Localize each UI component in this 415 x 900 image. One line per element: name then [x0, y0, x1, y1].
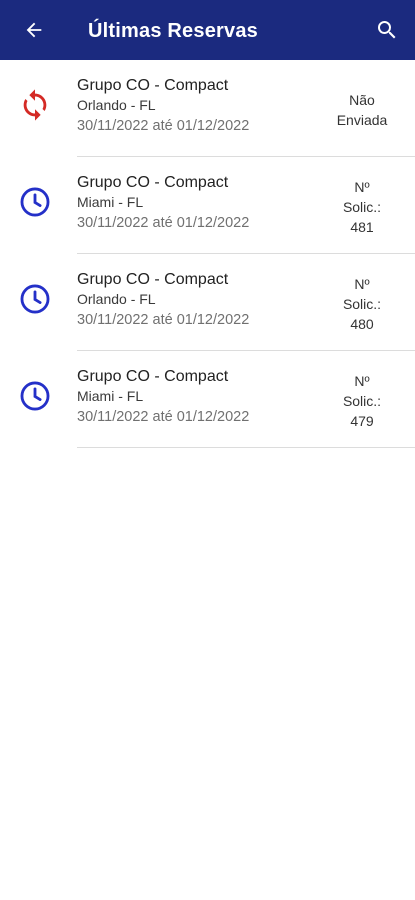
car-group: Grupo CO - Compact: [77, 368, 229, 385]
status-line: Nº: [354, 373, 370, 389]
status-line: Nº: [354, 179, 370, 195]
divider: [77, 447, 415, 448]
reservation-dates: 30/11/2022 até 01/12/2022: [77, 118, 250, 134]
reservation-row[interactable]: Grupo CO - Compact Miami - FL 30/11/2022…: [0, 351, 415, 448]
status-line: Solic.:: [342, 393, 382, 409]
status-line: Solic.:: [342, 199, 382, 215]
request-number: 479: [350, 413, 374, 429]
request-number: 480: [350, 316, 374, 332]
status-label: Nº Solic.: 479: [327, 371, 397, 431]
search-button[interactable]: [367, 12, 407, 48]
app-bar: Últimas Reservas: [0, 0, 415, 60]
reservation-dates: 30/11/2022 até 01/12/2022: [77, 215, 250, 231]
sync-icon: [23, 89, 47, 121]
clock-icon: [20, 187, 50, 217]
page-title: Últimas Reservas: [88, 20, 258, 42]
pickup-location: Miami - FL: [77, 194, 144, 210]
clock-icon: [20, 284, 50, 314]
pickup-location: Orlando - FL: [77, 291, 156, 307]
status-label: Nº Solic.: 481: [327, 177, 397, 237]
search-icon: [378, 21, 396, 39]
arrow-left-icon: [26, 22, 42, 38]
status-line: Nº: [354, 276, 370, 292]
reservations-list: Grupo CO - Compact Orlando - FL 30/11/20…: [0, 60, 415, 448]
reservation-dates: 30/11/2022 até 01/12/2022: [77, 409, 250, 425]
status-line: Não: [349, 92, 375, 108]
status-line: Solic.:: [342, 296, 382, 312]
reservation-row[interactable]: Grupo CO - Compact Miami - FL 30/11/2022…: [0, 157, 415, 254]
reservation-dates: 30/11/2022 até 01/12/2022: [77, 312, 250, 328]
pickup-location: Miami - FL: [77, 388, 144, 404]
status-label: Nº Solic.: 480: [327, 274, 397, 334]
car-group: Grupo CO - Compact: [77, 174, 229, 191]
car-group: Grupo CO - Compact: [77, 77, 229, 94]
request-number: 481: [350, 219, 374, 235]
status-line: Enviada: [336, 112, 388, 128]
status-label: Não Enviada: [327, 90, 397, 130]
reservation-row[interactable]: Grupo CO - Compact Orlando - FL 30/11/20…: [0, 254, 415, 351]
pickup-location: Orlando - FL: [77, 97, 156, 113]
back-button[interactable]: [14, 12, 54, 48]
car-group: Grupo CO - Compact: [77, 271, 229, 288]
clock-icon: [20, 381, 50, 411]
reservation-row[interactable]: Grupo CO - Compact Orlando - FL 30/11/20…: [0, 60, 415, 157]
